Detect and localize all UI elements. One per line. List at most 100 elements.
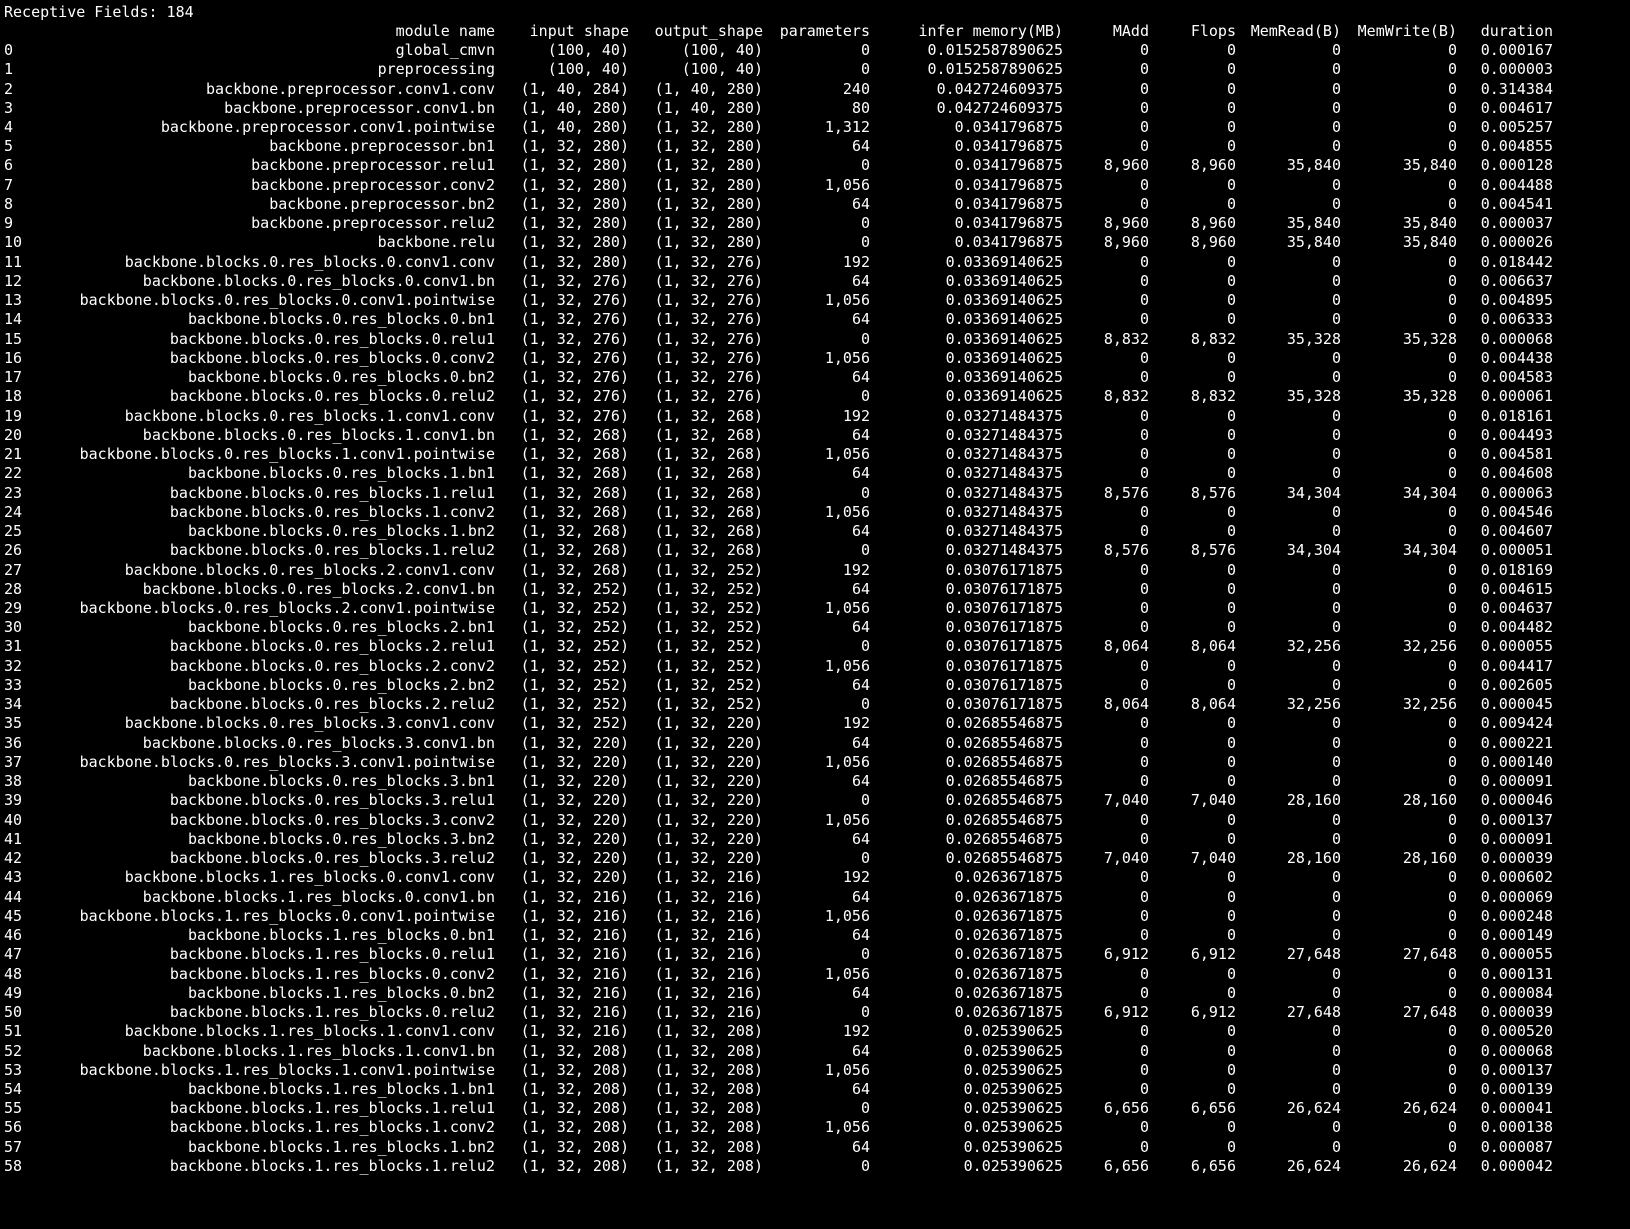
cell-madd: 8,960 — [1103, 156, 1149, 175]
cell-memwrite: 0 — [1447, 752, 1457, 771]
header-parameters: parameters — [779, 22, 870, 40]
cell-memwrite: 0 — [1447, 445, 1457, 463]
cell-madd: 0 — [1139, 714, 1149, 733]
cell-module-name: backbone.relu — [377, 233, 495, 252]
cell-memwrite: 0 — [1447, 1041, 1457, 1060]
cell-module-name: backbone.blocks.1.res_blocks.1.conv2 — [169, 1118, 495, 1137]
cell-flops: 0 — [1226, 926, 1236, 944]
cell-flops: 0 — [1226, 906, 1236, 925]
cell-input-shape: (1, 32, 220) — [520, 772, 629, 791]
cell-input-shape: (1, 32, 268) — [520, 502, 629, 521]
cell-infer-memory: 0.03369140625 — [945, 387, 1063, 406]
header-flops: Flops — [1190, 22, 1236, 40]
cell-flops: 0 — [1226, 1137, 1236, 1156]
cell-memwrite: 35,840 — [1402, 233, 1457, 252]
cell-output-shape: (1, 32, 208) — [654, 1080, 763, 1098]
cell-module-name: backbone.blocks.1.res_blocks.1.conv1.con… — [124, 1022, 495, 1041]
cell-module-name: backbone.blocks.0.res_blocks.0.conv2 — [169, 348, 495, 367]
cell-flops: 6,912 — [1190, 945, 1236, 964]
table-header-row: module name input shape output_shape par… — [0, 22, 1553, 41]
cell-duration: 0.002605 — [1480, 675, 1553, 694]
cell-row-index: 44 — [4, 887, 23, 906]
cell-module-name: backbone.blocks.0.res_blocks.1.bn2 — [187, 522, 495, 540]
cell-madd: 8,064 — [1103, 695, 1149, 714]
cell-module-name: backbone.blocks.1.res_blocks.0.bn2 — [187, 983, 495, 1002]
cell-memread: 35,840 — [1286, 233, 1341, 252]
cell-memread: 0 — [1331, 714, 1341, 733]
cell-infer-memory: 0.03369140625 — [945, 310, 1063, 329]
cell-row-index: 13 — [4, 291, 23, 310]
cell-infer-memory: 0.0263671875 — [954, 887, 1063, 906]
cell-flops: 0 — [1226, 829, 1236, 848]
cell-input-shape: (1, 32, 276) — [520, 368, 629, 387]
cell-memread: 0 — [1331, 175, 1341, 194]
cell-memread: 32,256 — [1286, 637, 1341, 656]
cell-module-name: backbone.blocks.0.res_blocks.1.relu1 — [169, 483, 495, 502]
cell-parameters: 0 — [860, 60, 870, 79]
header-memread: MemRead(B) — [1250, 22, 1341, 40]
cell-output-shape: (1, 32, 276) — [654, 271, 763, 290]
cell-output-shape: (1, 32, 252) — [654, 695, 763, 714]
cell-parameters: 0 — [860, 329, 870, 348]
cell-infer-memory: 0.02685546875 — [945, 733, 1063, 752]
cell-madd: 0 — [1139, 810, 1149, 829]
cell-input-shape: (1, 32, 276) — [520, 329, 629, 348]
cell-output-shape: (1, 32, 252) — [654, 656, 763, 675]
cell-output-shape: (1, 32, 268) — [654, 464, 763, 483]
cell-duration: 0.004541 — [1480, 194, 1553, 213]
cell-input-shape: (1, 32, 280) — [520, 175, 629, 194]
cell-output-shape: (1, 32, 220) — [654, 714, 763, 733]
cell-memread: 0 — [1331, 291, 1341, 310]
cell-parameters: 0 — [860, 41, 870, 59]
cell-input-shape: (1, 32, 280) — [520, 214, 629, 233]
cell-parameters: 0 — [860, 791, 870, 810]
cell-memread: 0 — [1331, 1080, 1341, 1098]
cell-output-shape: (100, 40) — [681, 41, 763, 59]
cell-duration: 0.004438 — [1480, 348, 1553, 367]
cell-duration: 0.004546 — [1480, 502, 1553, 521]
cell-flops: 0 — [1226, 406, 1236, 425]
cell-flops: 0 — [1226, 252, 1236, 271]
cell-output-shape: (1, 32, 280) — [654, 118, 763, 136]
cell-duration: 0.006333 — [1480, 310, 1553, 329]
cell-parameters: 0 — [860, 695, 870, 714]
cell-parameters: 1,056 — [824, 502, 870, 521]
cell-parameters: 0 — [860, 945, 870, 964]
cell-parameters: 192 — [842, 560, 870, 579]
cell-parameters: 64 — [851, 1080, 870, 1098]
cell-duration: 0.000137 — [1480, 1060, 1553, 1079]
cell-memread: 0 — [1331, 118, 1341, 136]
cell-duration: 0.004583 — [1480, 368, 1553, 387]
cell-module-name: backbone.blocks.1.res_blocks.1.bn1 — [187, 1080, 495, 1098]
cell-memread: 0 — [1331, 1118, 1341, 1137]
cell-duration: 0.018442 — [1480, 252, 1553, 271]
cell-infer-memory: 0.0341796875 — [954, 137, 1063, 156]
cell-output-shape: (1, 32, 268) — [654, 483, 763, 502]
cell-flops: 0 — [1226, 502, 1236, 521]
cell-row-index: 28 — [4, 579, 23, 598]
cell-madd: 0 — [1139, 829, 1149, 848]
cell-duration: 0.004417 — [1480, 656, 1553, 675]
cell-duration: 0.000039 — [1480, 1003, 1553, 1021]
cell-input-shape: (1, 32, 216) — [520, 906, 629, 925]
cell-memwrite: 0 — [1447, 137, 1457, 156]
cell-infer-memory: 0.03369140625 — [945, 368, 1063, 387]
cell-madd: 8,064 — [1103, 637, 1149, 656]
cell-memwrite: 0 — [1447, 656, 1457, 675]
cell-output-shape: (1, 32, 216) — [654, 868, 763, 887]
header-module-name: module name — [395, 22, 495, 40]
cell-infer-memory: 0.0263671875 — [954, 1003, 1063, 1021]
cell-row-index: 53 — [4, 1060, 23, 1079]
cell-memread: 0 — [1331, 752, 1341, 771]
cell-duration: 0.006637 — [1480, 271, 1553, 290]
cell-flops: 8,960 — [1190, 214, 1236, 233]
cell-memwrite: 28,160 — [1402, 849, 1457, 868]
cell-row-index: 57 — [4, 1137, 23, 1156]
cell-memread: 0 — [1331, 656, 1341, 675]
cell-parameters: 0 — [860, 233, 870, 252]
cell-input-shape: (1, 32, 268) — [520, 560, 629, 579]
terminal-window[interactable]: Receptive Fields: 184 module name input … — [0, 0, 1630, 1229]
cell-memwrite: 0 — [1447, 714, 1457, 733]
cell-madd: 0 — [1139, 733, 1149, 752]
cell-parameters: 64 — [851, 772, 870, 791]
